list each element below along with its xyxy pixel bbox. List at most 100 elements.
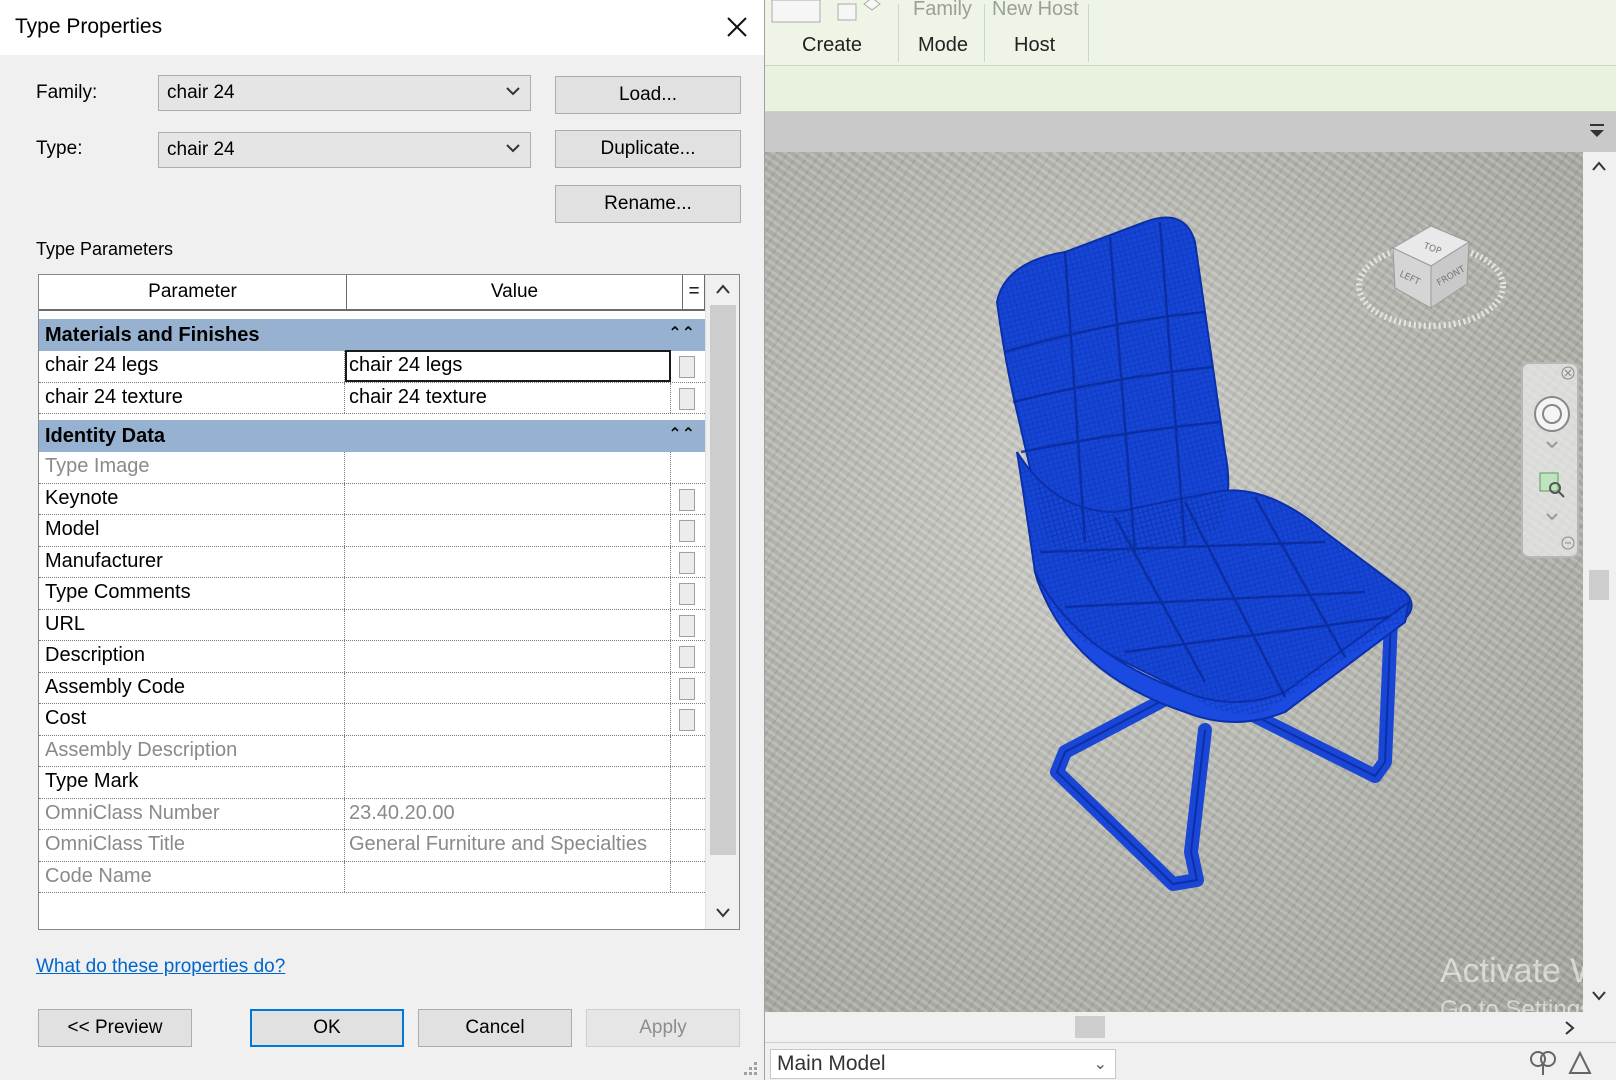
new-host-button[interactable]: New Host [992,0,1079,21]
table-row: OmniClass Title General Furniture and Sp… [39,830,705,862]
table-row[interactable]: Keynote [39,483,705,515]
value-column-header[interactable]: Value [347,275,683,309]
formula-button[interactable] [679,614,695,637]
table-row: OmniClass Number 23.40.20.00 [39,798,705,830]
formula-button[interactable] [679,387,695,410]
grid-scroll-thumb[interactable] [710,305,736,855]
formula-button[interactable] [679,356,695,378]
param-value[interactable] [345,515,671,546]
param-value[interactable] [345,546,671,577]
param-value[interactable] [345,641,671,672]
parameter-column-header[interactable]: Parameter [39,275,347,309]
tab-menu-icon[interactable] [1588,122,1606,140]
formula-cell [671,862,705,893]
drag-elements-icon[interactable] [1566,1049,1596,1077]
create-tool-label[interactable]: Create [802,34,862,57]
type-parameters-label: Type Parameters [36,239,174,259]
viewport-hscroll-thumb[interactable] [1075,1016,1105,1038]
help-link[interactable]: What do these properties do? [36,956,285,978]
param-value[interactable] [345,483,671,514]
formula-cell[interactable] [671,578,705,609]
family-dropdown-value: chair 24 [167,82,235,103]
collapse-icon[interactable]: ⌃⌃ [668,323,695,343]
chair-3d-model[interactable] [765,152,1583,1012]
3d-viewport[interactable]: TOP LEFT FRONT Activate Go to Settings [765,152,1583,1012]
formula-button[interactable] [679,646,695,668]
formula-cell[interactable] [671,484,705,515]
formula-cell[interactable] [671,673,705,704]
cancel-button[interactable]: Cancel [418,1009,572,1047]
formula-cell[interactable] [671,610,705,641]
grid-vertical-scrollbar[interactable] [705,275,739,929]
table-row[interactable]: Type Comments [39,578,705,610]
table-row[interactable]: Type Mark [39,767,705,799]
formula-cell[interactable] [671,547,705,578]
param-name: Type Image [39,452,345,483]
group-materials-and-finishes[interactable]: Materials and Finishes ⌃⌃ [39,319,705,351]
table-row[interactable]: Description [39,641,705,673]
preview-button[interactable]: << Preview [38,1009,192,1047]
create-tool-icon [771,0,881,23]
ribbon-separator [898,4,899,62]
formula-button[interactable] [679,520,695,542]
param-name: Description [39,641,345,672]
chevron-down-icon [506,144,520,153]
ribbon-separator [984,4,985,62]
param-value[interactable] [345,704,671,735]
formula-cell[interactable] [671,351,705,382]
table-row[interactable]: Manufacturer [39,546,705,578]
group-identity-data[interactable]: Identity Data ⌃⌃ [39,420,705,452]
table-row[interactable]: Cost [39,704,705,736]
table-row[interactable]: Assembly Code [39,672,705,704]
table-row[interactable]: URL [39,609,705,641]
scroll-down-icon[interactable] [1591,990,1607,1002]
view-tab-strip [740,112,1616,152]
close-button[interactable] [720,10,754,44]
param-value[interactable] [345,767,671,798]
formula-button[interactable] [679,583,695,605]
formula-cell[interactable] [671,641,705,672]
apply-button[interactable]: Apply [586,1009,740,1047]
rename-button[interactable]: Rename... [555,185,741,223]
param-value[interactable] [345,578,671,609]
param-value[interactable]: chair 24 legs [345,351,671,382]
scroll-up-icon[interactable] [715,283,731,295]
resize-grip-icon[interactable] [740,1058,760,1078]
dialog-titlebar[interactable]: Type Properties [0,0,764,55]
param-name: Cost [39,704,345,735]
type-parameters-grid: Parameter Value = Materials and Finishes… [38,274,740,930]
viewport-vertical-scrollbar[interactable] [1583,152,1616,1012]
scroll-up-icon[interactable] [1591,160,1607,172]
ok-button[interactable]: OK [250,1009,404,1047]
collapse-icon[interactable]: ⌃⌃ [668,424,695,444]
filter-icon[interactable] [1528,1049,1558,1077]
formula-button[interactable] [679,551,695,574]
viewport-vscroll-thumb[interactable] [1589,570,1609,600]
dialog-title: Type Properties [15,15,163,38]
table-row[interactable]: Model [39,515,705,547]
type-dropdown[interactable]: chair 24 [158,132,531,168]
formula-cell[interactable] [671,515,705,546]
formula-button[interactable] [679,677,695,700]
type-dropdown-value: chair 24 [167,139,235,160]
formula-column-header[interactable]: = [683,275,705,309]
table-row[interactable]: chair 24 legs chair 24 legs [39,350,705,383]
param-value[interactable] [345,672,671,703]
scroll-down-icon[interactable] [715,907,731,919]
model-selector[interactable]: Main Model ⌄ [770,1049,1116,1079]
table-row[interactable]: chair 24 texture chair 24 texture [39,382,705,414]
param-value: General Furniture and Specialties [345,830,671,861]
family-dropdown[interactable]: chair 24 [158,75,531,111]
param-value[interactable] [345,609,671,640]
formula-button[interactable] [679,709,695,731]
formula-cell[interactable] [671,383,705,414]
viewport-horizontal-scrollbar[interactable] [765,1012,1583,1042]
formula-button[interactable] [679,488,695,511]
load-button[interactable]: Load... [555,76,741,114]
param-value[interactable]: chair 24 texture [345,382,671,413]
param-name: Model [39,515,345,546]
scroll-right-icon[interactable] [1563,1020,1575,1036]
formula-cell[interactable] [671,704,705,735]
activation-watermark-sub: Go to Settings [1440,996,1583,1012]
duplicate-button[interactable]: Duplicate... [555,130,741,168]
